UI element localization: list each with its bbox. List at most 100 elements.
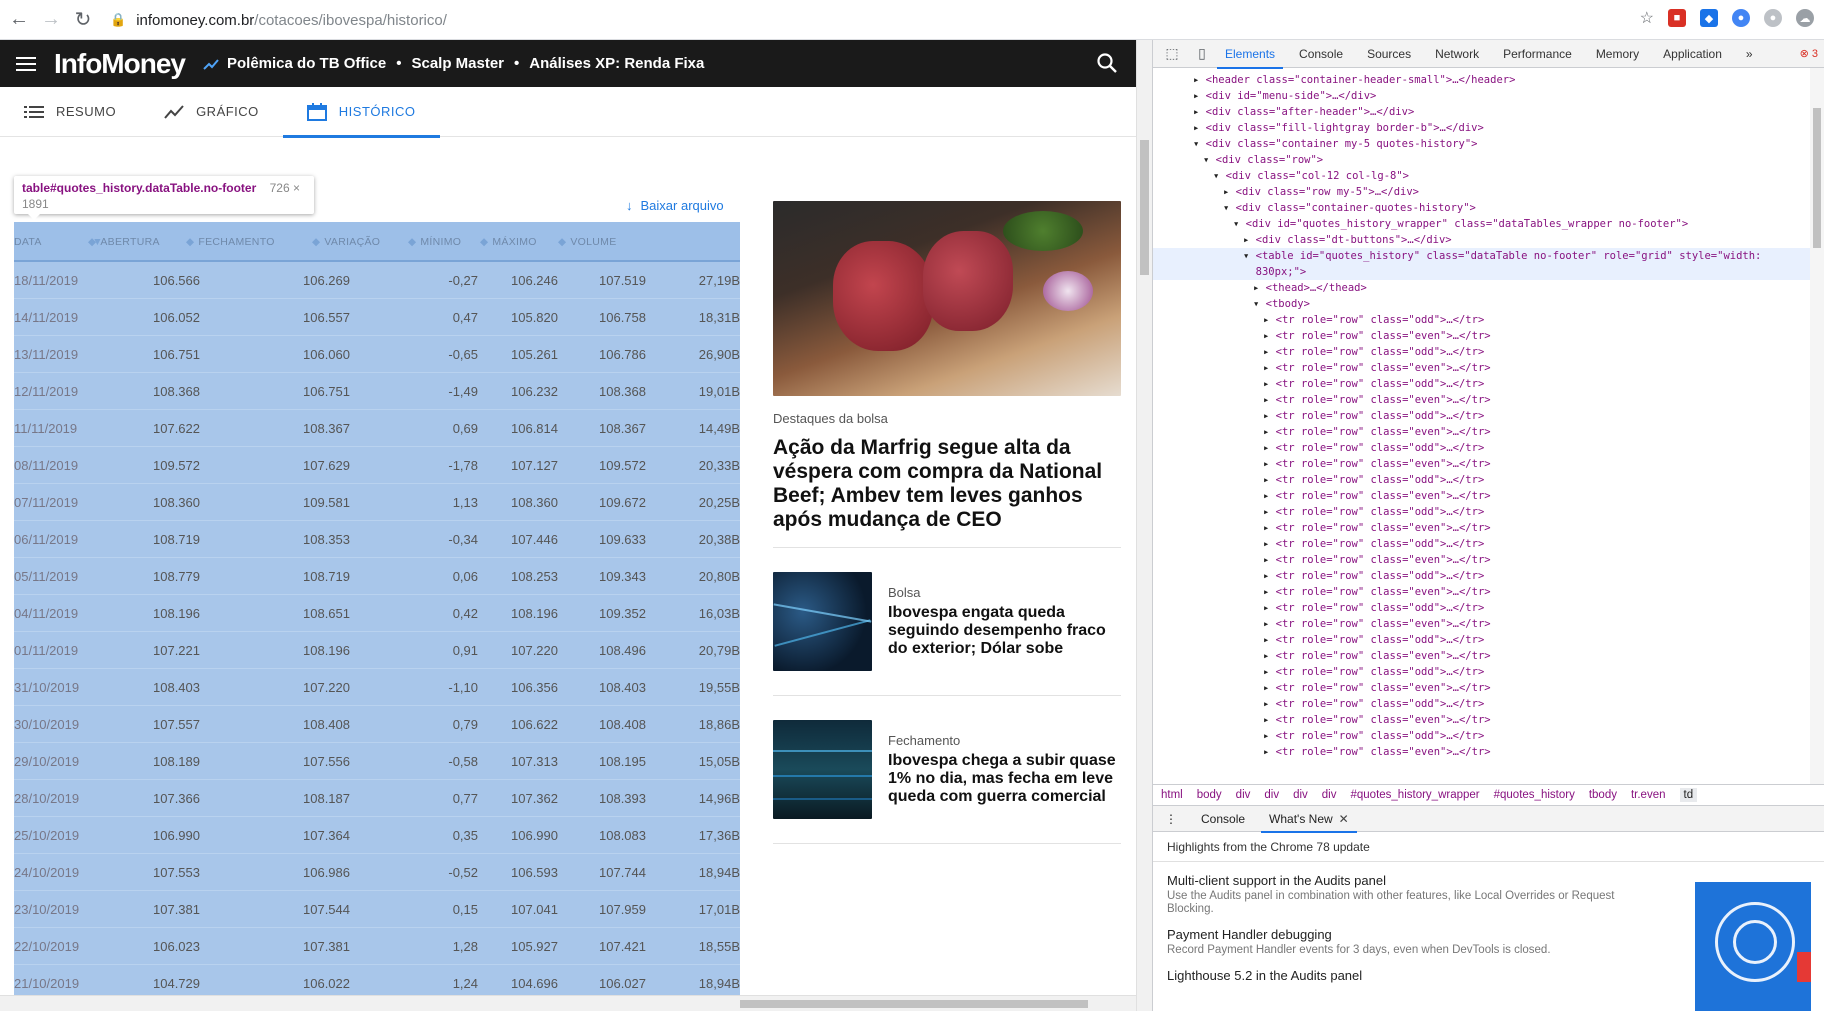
expand-arrow-icon[interactable]: ▸ bbox=[1263, 666, 1269, 678]
dom-node[interactable]: ▸ <tr role="row" class="even">…</tr> bbox=[1153, 328, 1811, 344]
expand-arrow-icon[interactable]: ▸ bbox=[1263, 634, 1269, 646]
header-link-3[interactable]: Análises XP: Renda Fixa bbox=[529, 55, 704, 72]
dom-node[interactable]: ▸ <tr role="row" class="even">…</tr> bbox=[1153, 552, 1811, 568]
expand-arrow-icon[interactable]: ▸ bbox=[1193, 106, 1199, 118]
dom-node[interactable]: ▸ <tr role="row" class="odd">…</tr> bbox=[1153, 536, 1811, 552]
expand-arrow-icon[interactable]: ▸ bbox=[1263, 458, 1269, 470]
expand-arrow-icon[interactable]: ▸ bbox=[1263, 570, 1269, 582]
dom-node[interactable]: ▸ <tr role="row" class="even">…</tr> bbox=[1153, 680, 1811, 696]
dom-node[interactable]: ▸ <tr role="row" class="even">…</tr> bbox=[1153, 488, 1811, 504]
expand-arrow-icon[interactable]: ▾ bbox=[1203, 154, 1209, 166]
header-link-2[interactable]: Scalp Master bbox=[411, 55, 504, 72]
expand-arrow-icon[interactable]: ▾ bbox=[1213, 170, 1219, 182]
expand-arrow-icon[interactable]: ▸ bbox=[1263, 442, 1269, 454]
news-featured-title[interactable]: Ação da Marfrig segue alta da véspera co… bbox=[773, 436, 1121, 532]
expand-arrow-icon[interactable]: ▸ bbox=[1263, 746, 1269, 758]
expand-arrow-icon[interactable]: ▸ bbox=[1263, 378, 1269, 390]
devtools-more-tabs[interactable]: » bbox=[1734, 40, 1765, 68]
expand-arrow-icon[interactable]: ▾ bbox=[1253, 298, 1259, 310]
news-item-title[interactable]: Ibovespa engata queda seguindo desempenh… bbox=[888, 604, 1120, 658]
expand-arrow-icon[interactable]: ▸ bbox=[1263, 506, 1269, 518]
expand-arrow-icon[interactable]: ▸ bbox=[1263, 410, 1269, 422]
breadcrumb-item[interactable]: td bbox=[1679, 788, 1698, 802]
expand-arrow-icon[interactable]: ▸ bbox=[1263, 538, 1269, 550]
dom-node[interactable]: ▸ <tr role="row" class="odd">…</tr> bbox=[1153, 696, 1811, 712]
expand-arrow-icon[interactable]: ▸ bbox=[1263, 394, 1269, 406]
dom-node[interactable]: ▾ <div class="container-quotes-history"> bbox=[1153, 200, 1811, 216]
expand-arrow-icon[interactable]: ▾ bbox=[1233, 218, 1239, 230]
dom-node[interactable]: ▾ <div id="quotes_history_wrapper" class… bbox=[1153, 216, 1811, 232]
tab-grafico[interactable]: GRÁFICO bbox=[140, 87, 283, 137]
dom-node[interactable]: ▸ <tr role="row" class="even">…</tr> bbox=[1153, 648, 1811, 664]
dom-node[interactable]: ▸ <tr role="row" class="even">…</tr> bbox=[1153, 616, 1811, 632]
expand-arrow-icon[interactable]: ▸ bbox=[1253, 282, 1259, 294]
dom-node[interactable]: ▸ <tr role="row" class="even">…</tr> bbox=[1153, 520, 1811, 536]
dom-node[interactable]: ▸ <div id="menu-side">…</div> bbox=[1153, 88, 1811, 104]
dom-node[interactable]: ▸ <tr role="row" class="odd">…</tr> bbox=[1153, 440, 1811, 456]
expand-arrow-icon[interactable]: ▸ bbox=[1193, 122, 1199, 134]
dom-node[interactable]: ▸ <tr role="row" class="odd">…</tr> bbox=[1153, 376, 1811, 392]
devtools-tab-application[interactable]: Application bbox=[1651, 40, 1734, 68]
drawer-menu-icon[interactable]: ⋮ bbox=[1153, 806, 1189, 832]
extension-blue-icon[interactable]: ● bbox=[1732, 9, 1750, 27]
dom-node[interactable]: ▸ <thead>…</thead> bbox=[1153, 280, 1811, 296]
dom-node[interactable]: ▸ <div class="fill-lightgray border-b">…… bbox=[1153, 120, 1811, 136]
expand-arrow-icon[interactable]: ▸ bbox=[1263, 330, 1269, 342]
page-horizontal-scrollbar[interactable] bbox=[0, 995, 1136, 1011]
dom-node[interactable]: ▸ <tr role="row" class="odd">…</tr> bbox=[1153, 632, 1811, 648]
dom-node[interactable]: ▾ <div class="col-12 col-lg-8"> bbox=[1153, 168, 1811, 184]
dom-node[interactable]: ▸ <tr role="row" class="even">…</tr> bbox=[1153, 456, 1811, 472]
dom-node[interactable]: ▾ <div class="container my-5 quotes-hist… bbox=[1153, 136, 1811, 152]
col-header-fechamento[interactable]: ◆ FECHAMENTO bbox=[186, 236, 275, 248]
whats-new-item[interactable]: Lighthouse 5.2 in the Audits panel bbox=[1167, 967, 1647, 985]
header-link-1[interactable]: Polêmica do TB Office bbox=[227, 55, 386, 72]
dom-node[interactable]: ▸ <tr role="row" class="odd">…</tr> bbox=[1153, 408, 1811, 424]
inspect-element-icon[interactable]: ⬚ bbox=[1161, 43, 1183, 65]
news-hero-image[interactable] bbox=[773, 201, 1121, 396]
expand-arrow-icon[interactable]: ▸ bbox=[1263, 586, 1269, 598]
breadcrumb-item[interactable]: div bbox=[1322, 789, 1337, 801]
expand-arrow-icon[interactable]: ▸ bbox=[1193, 90, 1199, 102]
devtools-tab-memory[interactable]: Memory bbox=[1584, 40, 1651, 68]
expand-arrow-icon[interactable]: ▸ bbox=[1193, 74, 1199, 86]
expand-arrow-icon[interactable]: ▸ bbox=[1263, 698, 1269, 710]
expand-arrow-icon[interactable]: ▸ bbox=[1263, 730, 1269, 742]
breadcrumb-item[interactable]: div bbox=[1236, 789, 1251, 801]
expand-arrow-icon[interactable]: ▸ bbox=[1263, 618, 1269, 630]
address-bar[interactable]: 🔒 infomoney.com.br /cotacoes/ibovespa/hi… bbox=[110, 6, 1670, 34]
dom-node[interactable]: ▸ <header class="container-header-small"… bbox=[1153, 72, 1811, 88]
drawer-tab-console[interactable]: Console bbox=[1189, 806, 1257, 832]
col-header-variacao[interactable]: ◆ VARIAÇÃO bbox=[312, 236, 380, 248]
dom-node[interactable]: ▸ <tr role="row" class="odd">…</tr> bbox=[1153, 664, 1811, 680]
breadcrumb-item[interactable]: #quotes_history bbox=[1494, 789, 1575, 801]
news-thumbnail[interactable] bbox=[773, 720, 872, 819]
devtools-tab-elements[interactable]: Elements bbox=[1213, 40, 1287, 69]
expand-arrow-icon[interactable]: ▸ bbox=[1263, 426, 1269, 438]
devtools-tab-network[interactable]: Network bbox=[1423, 40, 1491, 68]
dom-node[interactable]: ▸ <tr role="row" class="even">…</tr> bbox=[1153, 712, 1811, 728]
news-thumbnail[interactable] bbox=[773, 572, 872, 671]
extension-cloud-icon[interactable]: ☁ bbox=[1796, 9, 1814, 27]
expand-arrow-icon[interactable]: ▸ bbox=[1263, 474, 1269, 486]
breadcrumb-item[interactable]: body bbox=[1197, 789, 1222, 801]
expand-arrow-icon[interactable]: ▸ bbox=[1263, 682, 1269, 694]
page-scrollbar[interactable] bbox=[1136, 40, 1152, 1011]
breadcrumb-item[interactable]: #quotes_history_wrapper bbox=[1350, 789, 1479, 801]
expand-arrow-icon[interactable]: ▸ bbox=[1263, 714, 1269, 726]
expand-arrow-icon[interactable]: ▾ bbox=[1193, 138, 1199, 150]
dom-node[interactable]: ▸ <tr role="row" class="odd">…</tr> bbox=[1153, 472, 1811, 488]
error-badge[interactable]: ⊗ 3 bbox=[1800, 47, 1818, 60]
extension-shield-icon[interactable]: ◆ bbox=[1700, 9, 1718, 27]
close-icon[interactable]: ✕ bbox=[1339, 812, 1349, 826]
expand-arrow-icon[interactable] bbox=[1243, 266, 1249, 278]
dom-node[interactable]: ▸ <tr role="row" class="even">…</tr> bbox=[1153, 744, 1811, 760]
dom-node[interactable]: ▸ <tr role="row" class="odd">…</tr> bbox=[1153, 344, 1811, 360]
dom-node[interactable]: ▾ <div class="row"> bbox=[1153, 152, 1811, 168]
expand-arrow-icon[interactable]: ▸ bbox=[1263, 522, 1269, 534]
expand-arrow-icon[interactable]: ▾ bbox=[1223, 202, 1229, 214]
dom-node[interactable]: 830px;"> bbox=[1153, 264, 1811, 280]
extension-red-icon[interactable]: ■ bbox=[1668, 9, 1686, 27]
expand-arrow-icon[interactable]: ▾ bbox=[1243, 250, 1249, 262]
whats-new-item[interactable]: Payment Handler debugging Record Payment… bbox=[1167, 926, 1647, 957]
dom-node[interactable]: ▾ <table id="quotes_history" class="data… bbox=[1153, 248, 1811, 264]
